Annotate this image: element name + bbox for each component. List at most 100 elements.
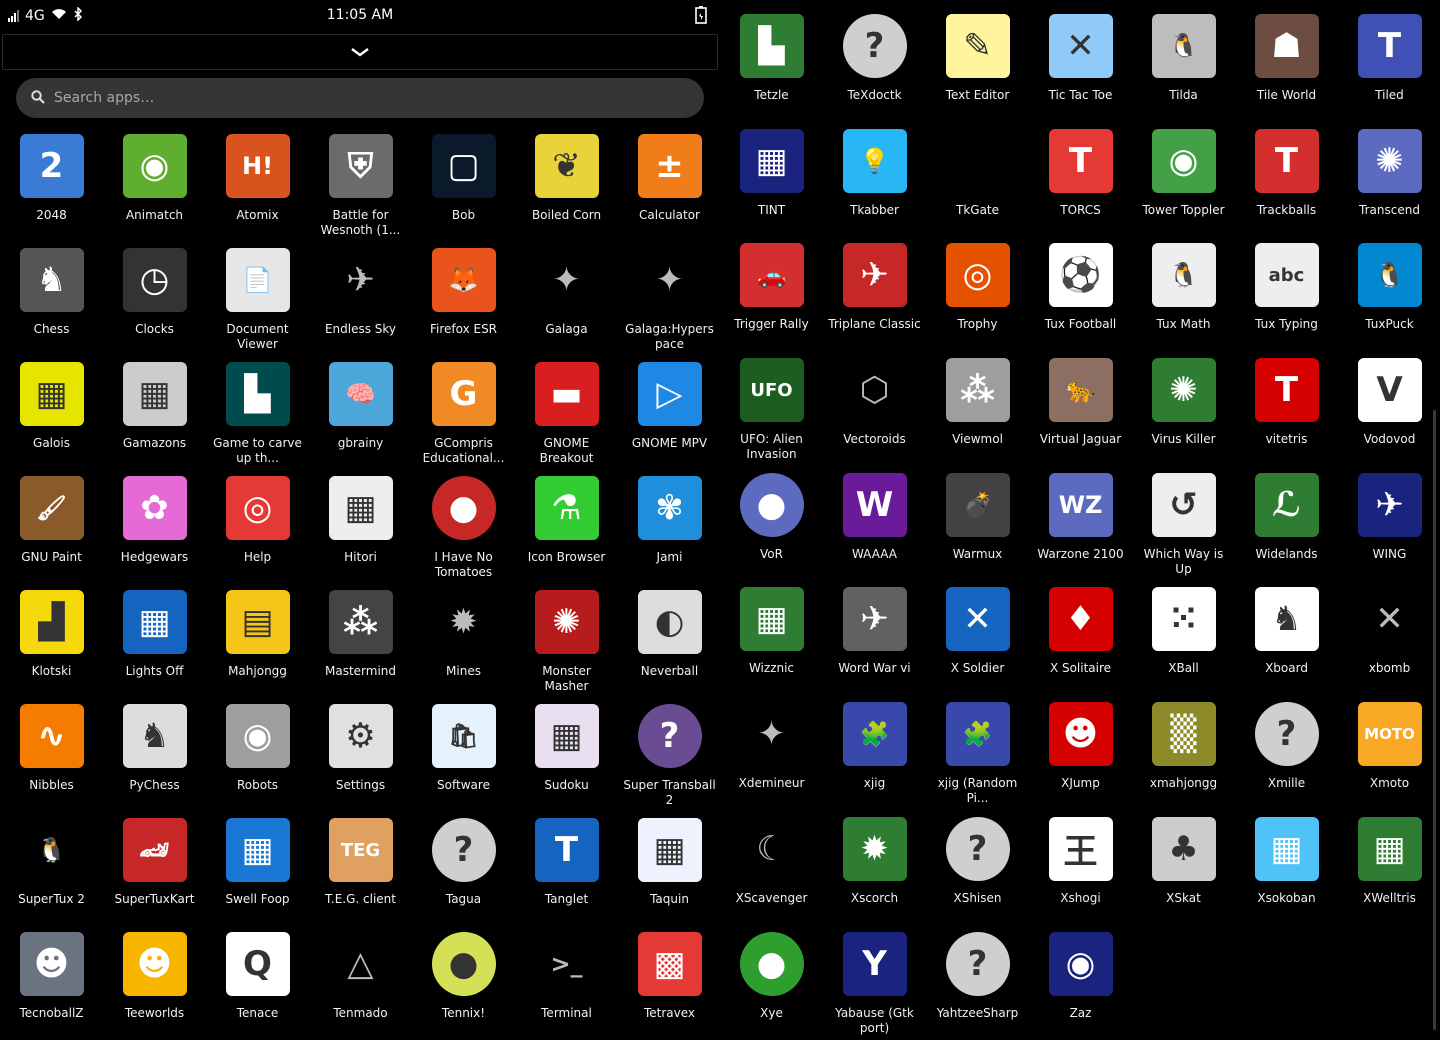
app-launcher[interactable]: ☗Tile World <box>1235 8 1338 123</box>
app-launcher[interactable]: TkGate <box>926 123 1029 238</box>
app-launcher[interactable]: WWAAAA <box>823 467 926 582</box>
app-launcher[interactable]: ◉Animatch <box>103 128 206 242</box>
app-launcher[interactable]: ☾XScavenger <box>720 811 823 926</box>
app-launcher[interactable]: ▙Game to carve up th... <box>206 356 309 470</box>
app-launcher[interactable]: abcTux Typing <box>1235 237 1338 352</box>
app-launcher[interactable]: ⚙Settings <box>309 698 412 812</box>
app-launcher[interactable]: UFOUFO: Alien Invasion <box>720 352 823 467</box>
app-launcher[interactable]: ▒xmahjongg <box>1132 696 1235 811</box>
app-launcher[interactable]: Tvitetris <box>1235 352 1338 467</box>
app-launcher[interactable]: 🧩xjig <box>823 696 926 811</box>
app-launcher[interactable]: 🖌GNU Paint <box>0 470 103 584</box>
app-launcher[interactable]: ▦Taquin <box>618 812 721 926</box>
app-launcher[interactable]: ?Xmille <box>1235 696 1338 811</box>
app-launcher[interactable]: ▢Bob <box>412 128 515 242</box>
app-launcher[interactable]: ✕X Soldier <box>926 581 1029 696</box>
app-launcher[interactable]: 🚗Trigger Rally <box>720 237 823 352</box>
app-launcher[interactable]: ●VoR <box>720 467 823 582</box>
app-launcher[interactable]: ●I Have No Tomatoes <box>412 470 515 584</box>
app-launcher[interactable]: ❦Boiled Corn <box>515 128 618 242</box>
app-launcher[interactable]: 🧠gbrainy <box>309 356 412 470</box>
app-launcher[interactable]: ◷Clocks <box>103 242 206 356</box>
app-launcher[interactable]: ⁂Viewmol <box>926 352 1029 467</box>
app-launcher[interactable]: MOTOXmoto <box>1338 696 1440 811</box>
app-launcher[interactable]: ▟Klotski <box>0 584 103 698</box>
app-launcher[interactable]: ▦Lights Off <box>103 584 206 698</box>
app-launcher[interactable]: ▷GNOME MPV <box>618 356 721 470</box>
app-launcher[interactable]: ↺Which Way is Up <box>1132 467 1235 582</box>
app-launcher[interactable]: 🛍Software <box>412 698 515 812</box>
app-launcher[interactable]: ✿Hedgewars <box>103 470 206 584</box>
app-launcher[interactable]: TTiled <box>1338 8 1440 123</box>
app-launcher[interactable]: TEGT.E.G. client <box>309 812 412 926</box>
app-launcher[interactable]: ✎Text Editor <box>926 8 1029 123</box>
app-launcher[interactable]: ⛨Battle for Wesnoth (1... <box>309 128 412 242</box>
app-launcher[interactable]: ✾Jami <box>618 470 721 584</box>
app-launcher[interactable]: 🐧Tilda <box>1132 8 1235 123</box>
app-launcher[interactable]: ◉Zaz <box>1029 926 1132 1040</box>
app-launcher[interactable]: ⬡Vectoroids <box>823 352 926 467</box>
app-launcher[interactable]: 📄Document Viewer <box>206 242 309 356</box>
app-launcher[interactable]: H!Atomix <box>206 128 309 242</box>
app-launcher[interactable]: ◉Tower Toppler <box>1132 123 1235 238</box>
app-launcher[interactable]: TTORCS <box>1029 123 1132 238</box>
app-launcher[interactable]: ✈Triplane Classic <box>823 237 926 352</box>
app-launcher[interactable]: TTanglet <box>515 812 618 926</box>
app-launcher[interactable]: ♦X Solitaire <box>1029 581 1132 696</box>
app-launcher[interactable]: ▤Mahjongg <box>206 584 309 698</box>
app-launcher[interactable]: △Tenmado <box>309 926 412 1040</box>
app-launcher[interactable]: ✈WING <box>1338 467 1440 582</box>
app-launcher[interactable]: ?Tagua <box>412 812 515 926</box>
app-launcher[interactable]: VVodovod <box>1338 352 1440 467</box>
app-launcher[interactable]: ◐Neverball <box>618 584 721 698</box>
app-launcher[interactable]: ▦Galois <box>0 356 103 470</box>
app-launcher[interactable]: 🦊Firefox ESR <box>412 242 515 356</box>
app-launcher[interactable]: ✺Virus Killer <box>1132 352 1235 467</box>
app-launcher[interactable]: ☻TecnoballZ <box>0 926 103 1040</box>
app-launcher[interactable]: ●Tennix! <box>412 926 515 1040</box>
app-launcher[interactable]: 王Xshogi <box>1029 811 1132 926</box>
app-launcher[interactable]: ✹Mines <box>412 584 515 698</box>
search-input[interactable] <box>52 89 656 107</box>
app-launcher[interactable]: YYabause (Gtk port) <box>823 926 926 1040</box>
scrollbar[interactable] <box>1433 410 1436 1030</box>
app-launcher[interactable]: ◎Help <box>206 470 309 584</box>
app-launcher[interactable]: ♣XSkat <box>1132 811 1235 926</box>
search-bar[interactable] <box>16 78 704 118</box>
app-launcher[interactable]: ✦Galaga <box>515 242 618 356</box>
drawer-collapse-handle[interactable] <box>2 34 718 70</box>
app-launcher[interactable]: ◎Trophy <box>926 237 1029 352</box>
app-launcher[interactable]: WZWarzone 2100 <box>1029 467 1132 582</box>
app-launcher[interactable]: 🐧TuxPuck <box>1338 237 1440 352</box>
app-launcher[interactable]: ☻XJump <box>1029 696 1132 811</box>
app-launcher[interactable]: ✺Transcend <box>1338 123 1440 238</box>
app-launcher[interactable]: ⚗Icon Browser <box>515 470 618 584</box>
app-launcher[interactable]: 🏎SuperTuxKart <box>103 812 206 926</box>
app-launcher[interactable]: ♞PyChess <box>103 698 206 812</box>
app-launcher[interactable]: ✹Xscorch <box>823 811 926 926</box>
app-launcher[interactable]: ✦Galaga:Hyperspace <box>618 242 721 356</box>
app-launcher[interactable]: ±Calculator <box>618 128 721 242</box>
app-launcher[interactable]: ✺Monster Masher <box>515 584 618 698</box>
app-launcher[interactable]: ▦TINT <box>720 123 823 238</box>
app-launcher[interactable]: ▦Xsokoban <box>1235 811 1338 926</box>
app-launcher[interactable]: ?YahtzeeSharp <box>926 926 1029 1040</box>
app-launcher[interactable]: 22048 <box>0 128 103 242</box>
app-launcher[interactable]: ▦Gamazons <box>103 356 206 470</box>
app-launcher[interactable]: ✦Xdemineur <box>720 696 823 811</box>
app-launcher[interactable]: ▦XWelltris <box>1338 811 1440 926</box>
app-launcher[interactable]: ▬GNOME Breakout <box>515 356 618 470</box>
app-launcher[interactable]: QTenace <box>206 926 309 1040</box>
app-launcher[interactable]: ▦Sudoku <box>515 698 618 812</box>
app-launcher[interactable]: ▩Tetravex <box>618 926 721 1040</box>
app-launcher[interactable]: ⁂Mastermind <box>309 584 412 698</box>
app-launcher[interactable]: 🧩xjig (Random Pi... <box>926 696 1029 811</box>
app-launcher[interactable]: 🐧SuperTux 2 <box>0 812 103 926</box>
app-launcher[interactable]: ✕Tic Tac Toe <box>1029 8 1132 123</box>
app-launcher[interactable]: ▦Wizznic <box>720 581 823 696</box>
app-launcher[interactable]: ✈Endless Sky <box>309 242 412 356</box>
app-launcher[interactable]: ▙Tetzle <box>720 8 823 123</box>
app-launcher[interactable]: ⚽Tux Football <box>1029 237 1132 352</box>
app-launcher[interactable]: >_Terminal <box>515 926 618 1040</box>
app-launcher[interactable]: 💣Warmux <box>926 467 1029 582</box>
